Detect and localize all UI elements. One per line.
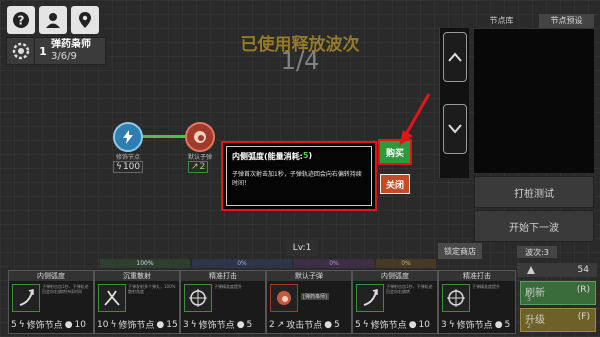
card-footer: 3 ϟ 修饰节点 ● 5 <box>183 319 253 332</box>
bullet-node[interactable] <box>185 122 215 152</box>
card-title: 内侧弧度 <box>9 271 93 281</box>
modifier-node-label: 修饰节点 <box>115 154 140 161</box>
card-title: 精准打击 <box>439 271 515 281</box>
upgrade-cost: 2 <box>527 323 531 330</box>
upgrade-button[interactable]: 升级 (F) 2 <box>520 308 596 332</box>
progress-segment-3: 0% <box>294 259 374 268</box>
next-wave-button[interactable]: 开始下一波 <box>474 210 594 242</box>
close-button[interactable]: 关闭 <box>380 174 410 194</box>
lightning-small-icon: ϟ <box>362 319 369 330</box>
lightning-small-icon: ϟ <box>190 319 197 330</box>
chevron-down-icon <box>448 124 462 134</box>
lightning-small-icon: ϟ <box>110 319 117 330</box>
shop-card[interactable]: 精准打击 子弹精准度提升 3 ϟ 修饰节点 ● 5 <box>438 270 516 334</box>
help-button[interactable]: ? <box>7 6 35 34</box>
tower-stats: 3/6/9 <box>51 51 77 62</box>
drop-icon: ● <box>324 319 333 330</box>
node-tooltip: 内侧弧度(能量消耗: 5) 子弹首次射击加1秒，子弹轨迹回会向右偏转持续时间！ <box>221 141 377 211</box>
card-tag: [弹药枭师] <box>301 293 329 300</box>
progress-segment-1: 100% <box>100 259 190 268</box>
shop-card[interactable]: 内侧弧度 子弹射击加1秒，子弹轨迹回会向右偏转 5 ϟ 修饰节点 ● 10 <box>352 270 438 334</box>
test-dummy-button[interactable]: 打桩测试 <box>474 176 594 208</box>
card-footer: 5 ϟ 修饰节点 ● 10 <box>355 319 430 332</box>
drop-icon: ● <box>64 319 73 330</box>
scroll-up-button[interactable] <box>443 32 467 82</box>
card-footer: 5 ϟ 修饰节点 ● 10 <box>11 319 86 332</box>
crosshair-icon <box>184 284 212 312</box>
lightning-small-icon: ϟ <box>448 319 455 330</box>
bullet-icon <box>270 284 298 312</box>
bullet-icon <box>194 131 206 143</box>
bullet-node-stat: ↗ 2 <box>188 161 209 173</box>
curve-icon <box>356 284 384 312</box>
tower-info[interactable]: 1 弹药枭师 3/6/9 <box>6 37 106 65</box>
chevron-up-icon <box>448 52 462 62</box>
split-arrows-icon <box>98 284 126 312</box>
drop-icon: ● <box>408 319 417 330</box>
arrow-icon: ↗ <box>191 162 199 172</box>
shop-card[interactable]: 精准打击 子弹精准度提升 3 ϟ 修饰节点 ● 5 <box>180 270 266 334</box>
tower-level: 1 <box>39 44 47 58</box>
crosshair-icon <box>442 284 470 312</box>
scroll-down-button[interactable] <box>443 104 467 154</box>
drop-icon: ● <box>156 319 165 330</box>
card-description: 子弹发射多个弹丸，100%散射角度 <box>128 284 176 294</box>
progress-segment-4: 0% <box>376 259 436 268</box>
refresh-cost: 3 <box>527 296 531 303</box>
wave-counter: 波次:3 <box>517 246 557 258</box>
card-title: 默认子弹 <box>267 271 351 281</box>
lightning-icon <box>123 130 133 144</box>
level-label: Lv:1 <box>286 240 318 256</box>
shop-card[interactable]: 默认子弹 [弹药枭师] 2 ↗ 攻击节点 ● 5 <box>266 270 352 334</box>
shop-card[interactable]: 内侧弧度 子弹射击加1秒，子弹轨迹回会向右偏转持续时间 5 ϟ 修饰节点 ● 10 <box>8 270 94 334</box>
map-pin-icon <box>79 12 91 28</box>
card-footer: 10 ϟ 修饰节点 ● 15 <box>97 319 178 332</box>
wave-banner-count: 1/4 <box>280 47 320 75</box>
card-title: 精准打击 <box>181 271 265 281</box>
tooltip-description: 子弹首次射击加1秒，子弹轨迹回会向右偏转持续时间！ <box>232 171 362 187</box>
tooltip-title: 内侧弧度(能量消耗: 5) <box>232 151 313 161</box>
node-library-panel <box>474 29 594 173</box>
svg-text:?: ? <box>18 14 25 28</box>
card-description: 子弹射击加1秒，子弹轨迹回会向右偏转持续时间 <box>42 284 89 294</box>
lock-shop-button[interactable]: 锁定商店 <box>438 243 482 259</box>
coin-icon <box>527 266 535 274</box>
lightning-small-icon: ϟ <box>18 319 25 330</box>
card-description: 子弹精准度提升 <box>214 284 242 289</box>
node-connection <box>141 135 187 138</box>
card-footer: 2 ↗ 攻击节点 ● 5 <box>269 319 340 332</box>
arrow-icon: ↗ <box>276 319 285 330</box>
curve-icon <box>12 284 40 312</box>
tab-node-preset[interactable]: 节点预设 <box>539 14 594 28</box>
progress-segment-2: 0% <box>192 259 292 268</box>
card-description: 子弹射击加1秒，子弹轨迹回会向右偏转 <box>386 284 433 294</box>
card-description: 子弹精准度提升 <box>472 284 500 289</box>
card-footer: 3 ϟ 修饰节点 ● 5 <box>441 319 511 332</box>
question-icon: ? <box>13 12 29 28</box>
pointer-arrow-icon <box>399 93 431 146</box>
modifier-node-stat: ϟ 100 <box>113 161 144 173</box>
refresh-button[interactable]: 刷新 (R) 3 <box>520 281 596 305</box>
card-title: 内侧弧度 <box>353 271 437 281</box>
gear-icon <box>7 37 35 65</box>
shop-card[interactable]: 沉重散射 子弹发射多个弹丸，100%散射角度 10 ϟ 修饰节点 ● 15 <box>94 270 180 334</box>
drop-icon: ● <box>236 319 245 330</box>
upgrade-key: (F) <box>577 312 590 322</box>
gold-amount: 54 <box>577 265 589 275</box>
map-button[interactable] <box>71 6 99 34</box>
tab-node-library[interactable]: 节点库 <box>474 14 529 28</box>
tower-name: 弹药枭师 <box>51 39 91 50</box>
drop-icon: ● <box>494 319 503 330</box>
gold-display: 54 <box>517 263 597 277</box>
person-icon <box>46 13 60 28</box>
lightning-small-icon: ϟ <box>116 162 122 172</box>
modifier-node[interactable] <box>113 122 143 152</box>
card-title: 沉重散射 <box>95 271 179 281</box>
refresh-key: (R) <box>576 285 590 295</box>
panel-tabs: 节点库 节点预设 <box>474 14 594 28</box>
bullet-node-label: 默认子弹 <box>187 154 212 161</box>
profile-button[interactable] <box>39 6 67 34</box>
